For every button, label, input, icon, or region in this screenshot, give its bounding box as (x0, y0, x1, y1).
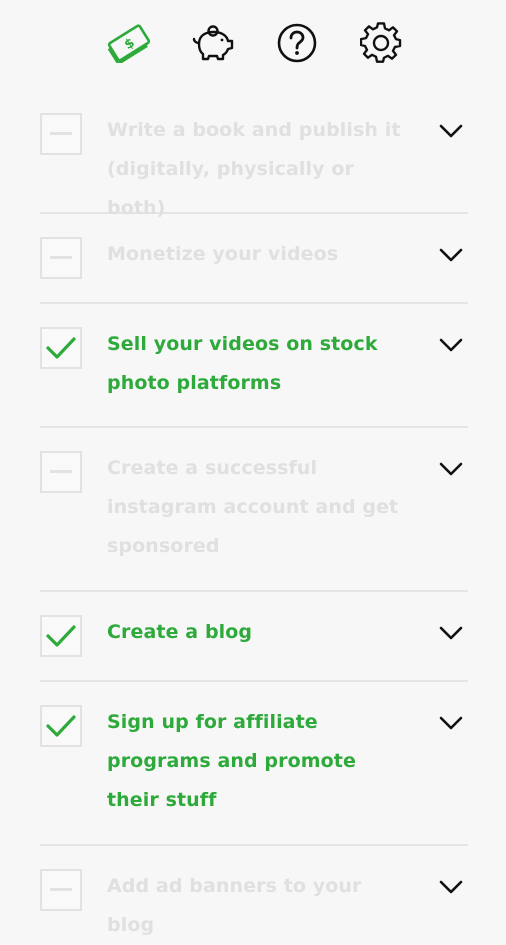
task-checkbox-checked[interactable] (40, 615, 82, 657)
chevron-down-icon[interactable] (438, 118, 464, 144)
top-nav: $ (0, 0, 506, 90)
help-icon[interactable] (274, 20, 320, 66)
task-label: Add ad banners to your blog (107, 875, 362, 936)
task-label: Sell your videos on stock photo platform… (107, 333, 378, 394)
task-item[interactable]: Create a blog (40, 592, 468, 682)
task-item[interactable]: Create a successful instagram account an… (40, 428, 468, 592)
task-list: Write a book and publish it (digitally, … (40, 90, 468, 936)
task-label: Monetize your videos (107, 243, 339, 265)
task-checkbox[interactable] (40, 113, 82, 155)
piggy-bank-icon[interactable] (190, 20, 236, 66)
task-item[interactable]: Write a book and publish it (digitally, … (40, 90, 468, 219)
task-label: Sign up for affiliate programs and promo… (107, 711, 356, 811)
chevron-down-icon[interactable] (438, 456, 464, 482)
task-item[interactable]: Add ad banners to your blog (40, 846, 468, 936)
task-checkbox[interactable] (40, 869, 82, 911)
task-item[interactable]: Sign up for affiliate programs and promo… (40, 682, 468, 846)
chevron-down-icon[interactable] (438, 620, 464, 646)
task-label: Write a book and publish it (digitally, … (107, 119, 401, 219)
task-checkbox-checked[interactable] (40, 327, 82, 369)
task-item[interactable]: Sell your videos on stock photo platform… (40, 304, 468, 428)
task-label: Create a successful instagram account an… (107, 457, 399, 557)
chevron-down-icon[interactable] (438, 242, 464, 268)
chevron-down-icon[interactable] (438, 710, 464, 736)
task-label: Create a blog (107, 621, 253, 643)
task-item[interactable]: Monetize your videos (40, 214, 468, 304)
task-checkbox[interactable] (40, 451, 82, 493)
chevron-down-icon[interactable] (438, 874, 464, 900)
chevron-down-icon[interactable] (438, 332, 464, 358)
settings-icon[interactable] (358, 20, 404, 66)
money-icon[interactable]: $ (106, 20, 152, 66)
task-checkbox-checked[interactable] (40, 705, 82, 747)
task-checkbox[interactable] (40, 237, 82, 279)
